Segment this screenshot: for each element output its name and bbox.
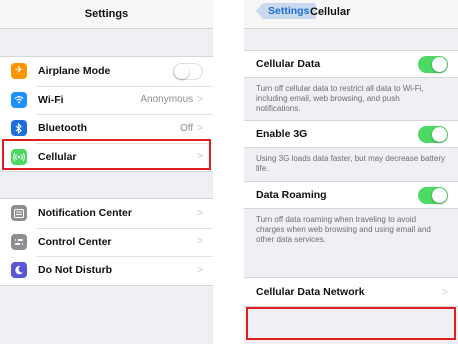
chevron-right-icon: > — [197, 207, 203, 219]
control-center-icon — [11, 233, 27, 250]
cellular-data-network-row[interactable]: Cellular Data Network > — [244, 277, 458, 307]
wifi-icon — [11, 91, 27, 108]
airplane-icon: ✈ — [11, 63, 27, 80]
enable-3g-row: Enable 3G — [244, 120, 458, 148]
cellular-data-network-highlight-box — [246, 307, 456, 340]
data-roaming-row: Data Roaming — [244, 181, 458, 209]
row-label: Data Roaming — [256, 189, 327, 201]
data-roaming-description: Turn off data roaming when traveling to … — [256, 215, 431, 244]
toggle-knob — [432, 187, 447, 203]
row-label: Enable 3G — [256, 128, 308, 140]
bluetooth-status-value: Off — [180, 122, 194, 134]
cellular-panel: Settings Cellular Cellular Data Turn off… — [244, 0, 458, 344]
settings-row-control-center[interactable]: Control Center > — [0, 227, 213, 257]
chevron-right-icon: > — [197, 122, 203, 134]
settings-row-notification-center[interactable]: Notification Center > — [0, 199, 213, 228]
cellular-data-description: Turn off cellular data to restrict all d… — [256, 84, 424, 113]
chevron-right-icon: > — [442, 286, 448, 298]
cellular-data-toggle[interactable] — [418, 55, 448, 73]
cellular-data-row: Cellular Data — [244, 50, 458, 78]
chevron-right-icon: > — [197, 94, 203, 106]
settings-row-wifi[interactable]: Wi-Fi Anonymous > — [0, 85, 213, 115]
row-label: Cellular Data — [256, 58, 321, 70]
cellular-highlight-box — [2, 139, 211, 170]
back-button[interactable]: Settings — [256, 3, 317, 19]
chevron-right-icon: > — [197, 236, 203, 248]
row-label: Bluetooth — [38, 122, 87, 135]
cellular-navbar: Settings Cellular — [244, 0, 458, 29]
row-label: Wi-Fi — [38, 93, 64, 106]
settings-group-system: Notification Center > Control Center > D… — [0, 198, 213, 286]
row-label: Do Not Disturb — [38, 264, 113, 277]
enable-3g-description: Using 3G loads data faster, but may decr… — [256, 154, 445, 173]
row-label: Control Center — [38, 235, 112, 248]
row-label: Airplane Mode — [38, 65, 111, 78]
toggle-knob — [432, 126, 447, 142]
bluetooth-icon — [11, 120, 27, 137]
enable-3g-toggle[interactable] — [418, 125, 448, 143]
settings-row-airplane-mode[interactable]: ✈ Airplane Mode — [0, 57, 213, 86]
page-title: Cellular — [310, 6, 351, 18]
moon-icon — [11, 262, 27, 279]
settings-row-do-not-disturb[interactable]: Do Not Disturb > — [0, 256, 213, 285]
toggle-knob — [432, 56, 447, 72]
settings-panel: Settings ✈ Airplane Mode Wi-Fi Anonymous… — [0, 0, 213, 344]
toggle-knob — [174, 63, 189, 79]
chevron-right-icon: > — [197, 264, 203, 276]
notification-center-icon — [11, 205, 27, 222]
settings-navbar: Settings — [0, 0, 213, 29]
row-label: Cellular Data Network — [256, 286, 365, 298]
data-roaming-toggle[interactable] — [418, 186, 448, 204]
wifi-network-value: Anonymous — [140, 94, 194, 106]
page-title: Settings — [84, 8, 129, 20]
airplane-mode-toggle[interactable] — [173, 62, 203, 80]
row-label: Notification Center — [38, 207, 132, 220]
